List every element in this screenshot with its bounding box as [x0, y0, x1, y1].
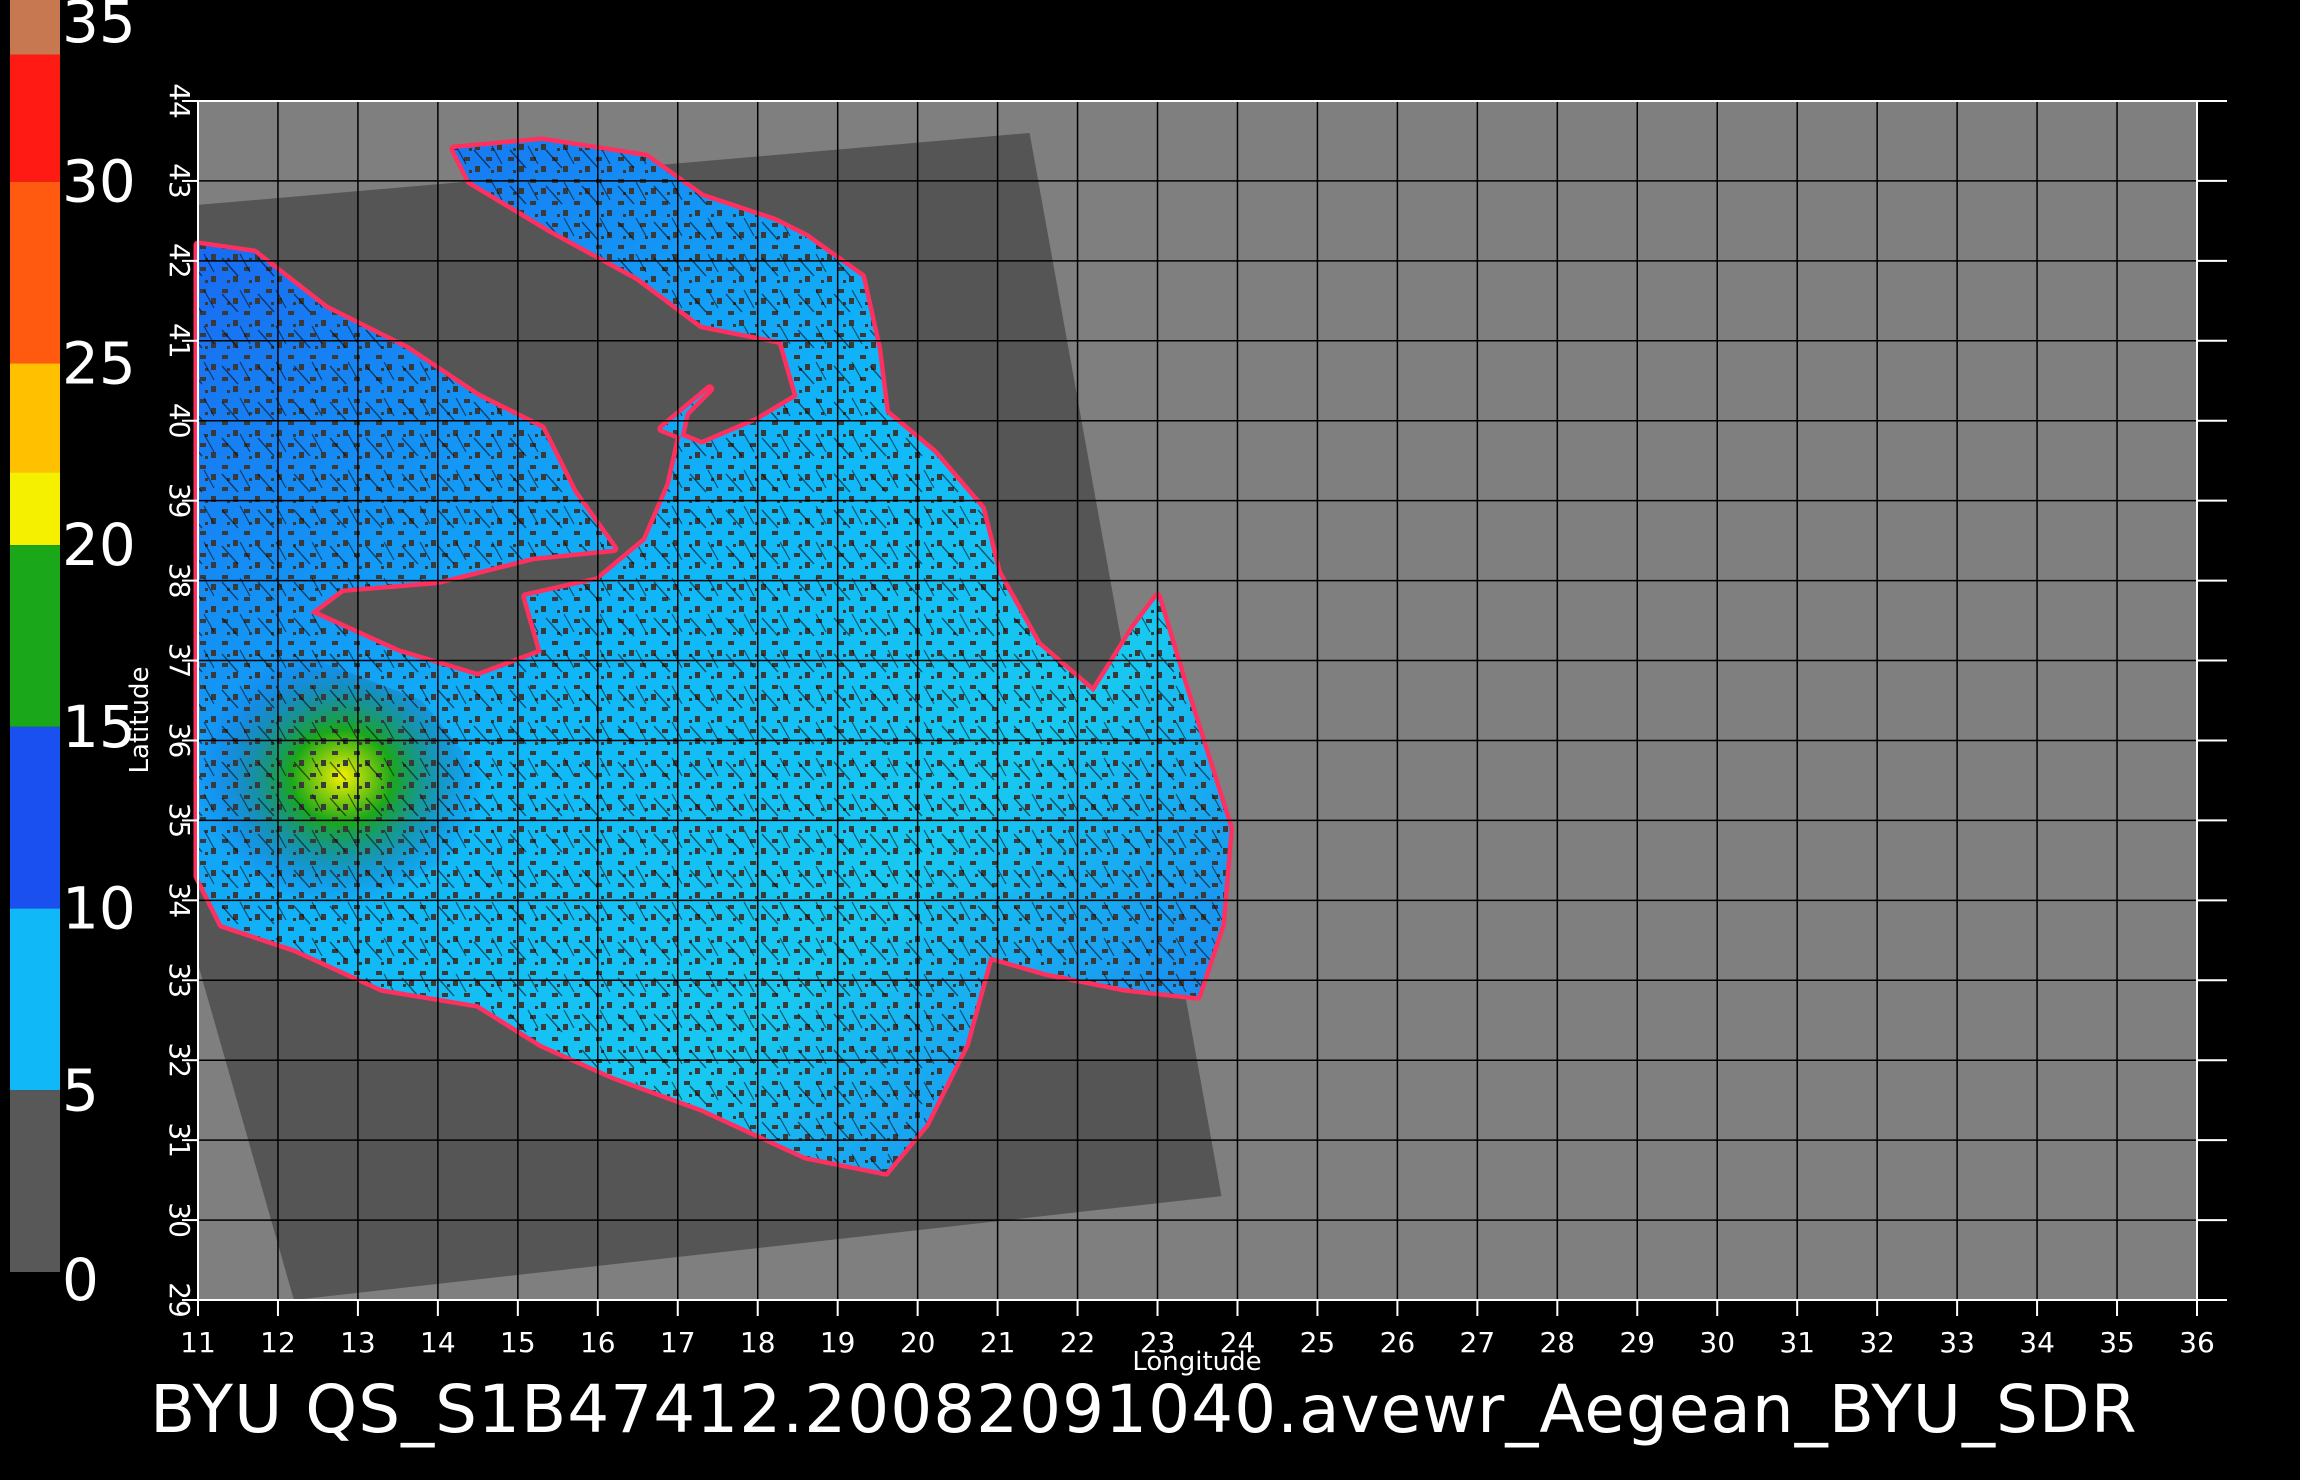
y-tick-label: 39	[163, 483, 196, 519]
x-tick-label: 15	[500, 1326, 536, 1359]
image-title: BYU QS_S1B47412.20082091040.avewr_Aegean…	[150, 1371, 2138, 1448]
y-tick-label: 38	[163, 563, 196, 599]
x-tick-label: 19	[820, 1326, 856, 1359]
y-tick-label: 43	[163, 163, 196, 199]
y-tick-label: 35	[163, 803, 196, 839]
x-tick-label: 16	[580, 1326, 616, 1359]
colorbar-label: 20	[62, 511, 136, 579]
x-tick-label: 32	[1859, 1326, 1895, 1359]
plot-area: 11 12 13 14 15 16 17 18 19 20 21 22 23 24 25 26 27 28 29 30…	[163, 83, 2227, 1359]
x-tick-label: 11	[180, 1326, 216, 1359]
x-tick-label: 21	[980, 1326, 1016, 1359]
colorbar-segment	[10, 181, 60, 364]
x-tick-label: 33	[1939, 1326, 1975, 1359]
colorbar-segment	[10, 726, 60, 909]
colorbar-label: 25	[62, 329, 136, 397]
x-tick-label: 22	[1060, 1326, 1096, 1359]
colorbar-label: 0	[62, 1246, 99, 1314]
y-tick-label: 34	[163, 883, 196, 919]
y-axis-title: Latitude	[125, 666, 155, 773]
x-tick-label: 26	[1380, 1326, 1416, 1359]
y-tick-label: 40	[163, 403, 196, 439]
x-tick-label: 28	[1539, 1326, 1575, 1359]
y-tick-label: 36	[163, 723, 196, 759]
x-tick-label: 30	[1699, 1326, 1735, 1359]
y-tick-label: 37	[163, 643, 196, 679]
colorbar-segment	[10, 545, 60, 727]
colorbar-label: 10	[62, 875, 136, 943]
x-tick-label: 25	[1300, 1326, 1336, 1359]
y-tick-label: 44	[163, 83, 196, 119]
x-tick-label: 29	[1619, 1326, 1655, 1359]
colorbar-label: 5	[62, 1056, 99, 1124]
x-tick-label: 13	[340, 1326, 376, 1359]
y-tick-label: 33	[163, 962, 196, 998]
x-tick-label: 31	[1779, 1326, 1815, 1359]
y-tick-label: 32	[163, 1042, 196, 1078]
x-tick-label: 18	[740, 1326, 776, 1359]
colorbar-segment	[10, 908, 60, 1091]
x-tick-label: 14	[420, 1326, 456, 1359]
colorbar-segment	[10, 0, 60, 55]
colorbar-segment	[10, 1090, 60, 1272]
x-tick-label: 17	[660, 1326, 696, 1359]
y-tick-label: 41	[163, 323, 196, 359]
y-tick-label: 29	[163, 1282, 196, 1318]
colorbar: 35302520151050	[10, 0, 136, 1314]
y-tick-label: 30	[163, 1202, 196, 1238]
x-tick-label: 12	[260, 1326, 296, 1359]
y-tick-label: 31	[163, 1122, 196, 1158]
x-tick-label: 36	[2179, 1326, 2215, 1359]
colorbar-label: 35	[62, 0, 136, 56]
wind-map-figure: 35302520151050 11 12 13 14 15 16 17 18 19 20 21 22 2…	[10, 0, 2227, 1448]
x-tick-label: 34	[2019, 1326, 2055, 1359]
colorbar-label: 30	[62, 148, 136, 216]
y-tick-label: 42	[163, 243, 196, 279]
colorbar-segment	[10, 54, 60, 182]
colorbar-segment	[10, 363, 60, 473]
x-tick-label: 27	[1460, 1326, 1496, 1359]
colorbar-segment	[10, 472, 60, 546]
x-tick-label: 20	[900, 1326, 936, 1359]
x-tick-label: 35	[2099, 1326, 2135, 1359]
